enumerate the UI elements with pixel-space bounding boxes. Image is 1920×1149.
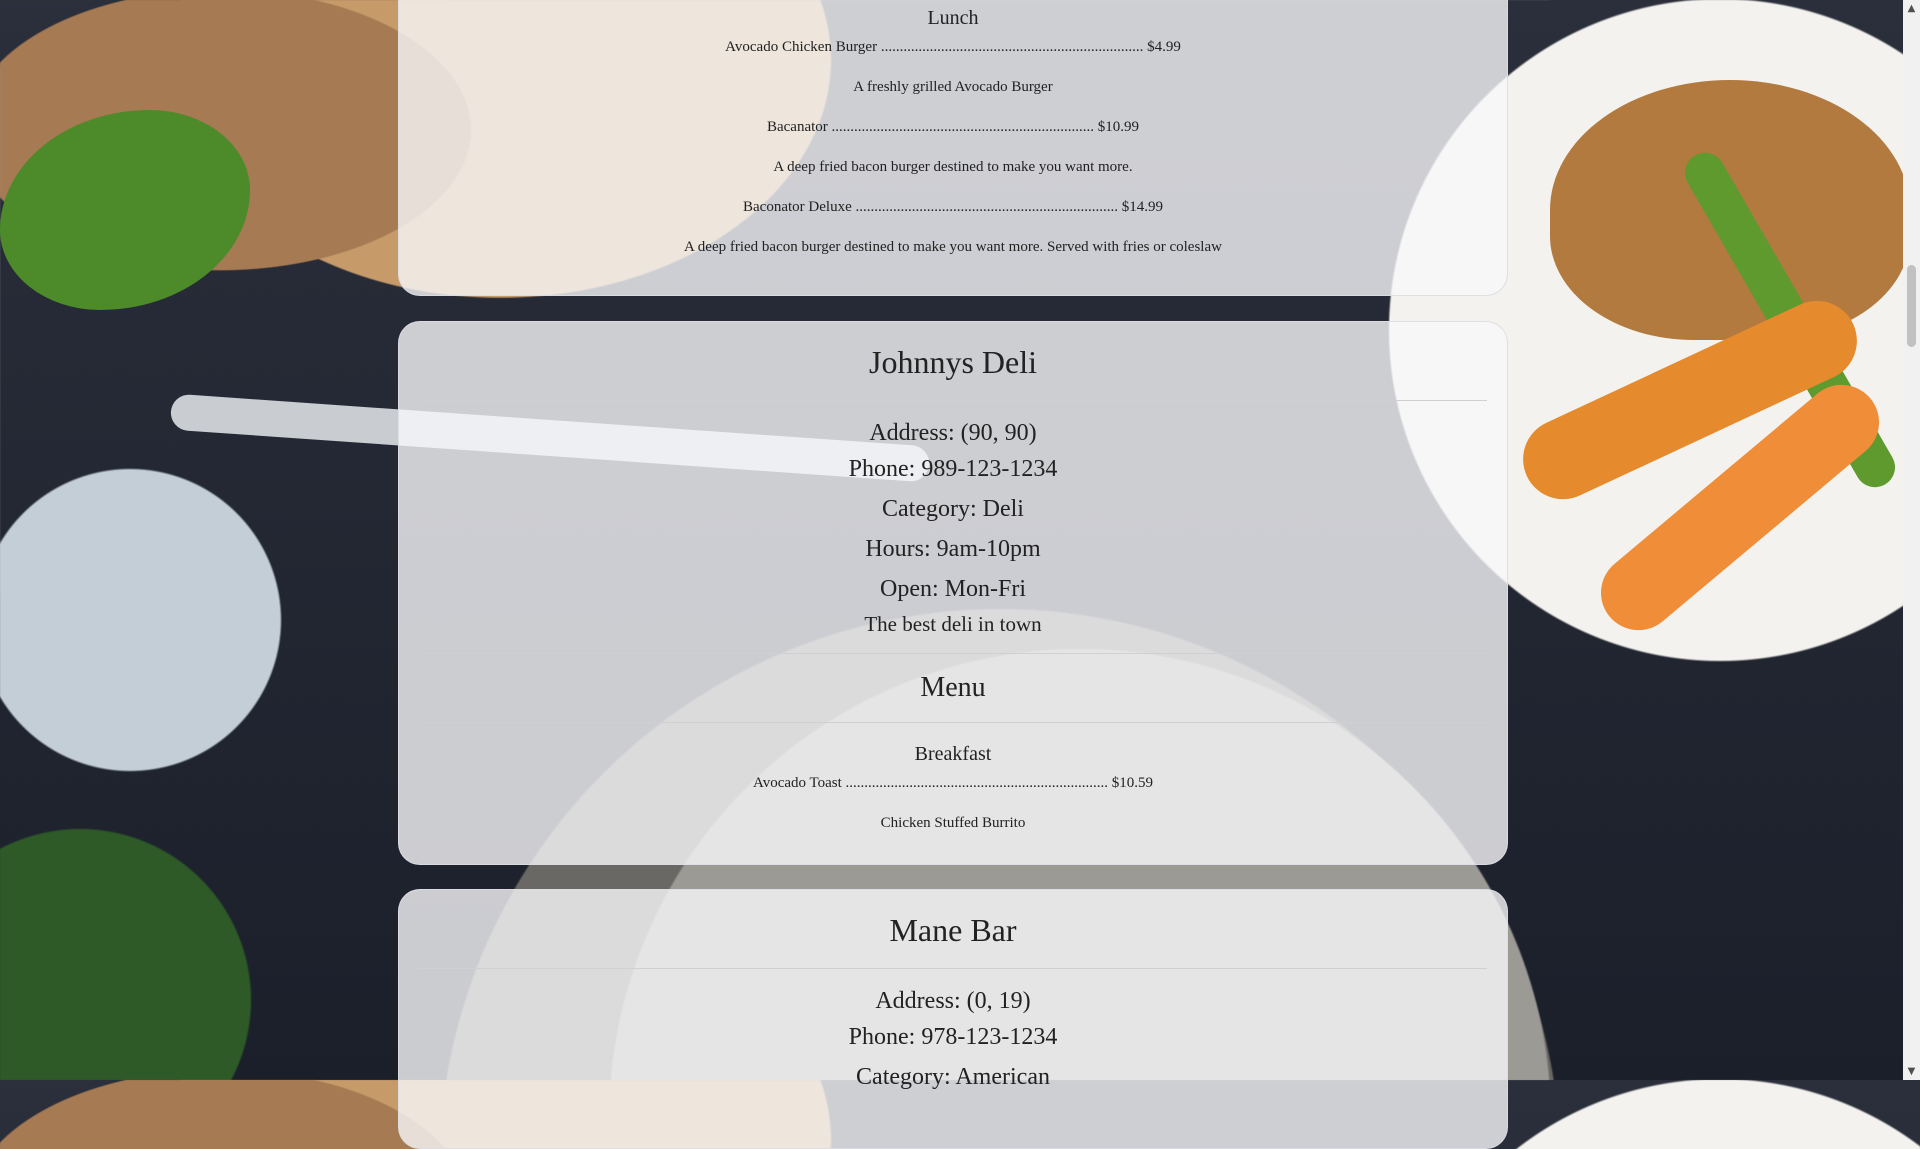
restaurant-description: The best deli in town: [864, 612, 1042, 636]
restaurant-card: Johnnys Deli Address: (90, 90) Phone: 98…: [398, 321, 1508, 865]
menu-item: Avocado Toast ..........................…: [419, 773, 1487, 793]
menu-item-description: A freshly grilled Avocado Burger: [853, 79, 1053, 95]
page-scrollbar[interactable]: ▲ ▼: [1903, 0, 1920, 1080]
menu-item-price: $10.59: [1111, 775, 1154, 791]
menu-item-name: Bacanator: [766, 119, 828, 135]
restaurant-phone: Phone: 978-123-1234: [848, 1024, 1058, 1050]
menu-item-dots: ........................................…: [831, 119, 1095, 135]
menu-item-description: A deep fried bacon burger destined to ma…: [684, 239, 1222, 255]
background-leaf: [0, 110, 250, 310]
divider: [419, 653, 1487, 654]
restaurant-phone: Phone: 989-123-1234: [848, 456, 1058, 482]
menu-item: Bacanator ..............................…: [419, 117, 1487, 137]
menu-item-price: $4.99: [1147, 39, 1181, 55]
restaurant-open-days: Open: Mon-Fri: [880, 576, 1026, 602]
restaurant-hours: Hours: 9am-10pm: [865, 536, 1041, 562]
menu-item-description: A deep fried bacon burger destined to ma…: [773, 159, 1133, 175]
menu-item-dots: ........................................…: [845, 775, 1109, 791]
background-carrot: [1585, 369, 1895, 646]
restaurant-name: Johnnys Deli: [869, 344, 1037, 380]
restaurant-card: Lunch Avocado Chicken Burger ...........…: [398, 0, 1508, 296]
menu-item-price: $14.99: [1121, 199, 1163, 215]
background-meat: [1550, 80, 1910, 340]
background-carrot: [1509, 287, 1871, 513]
menu-item-name: Chicken Stuffed Burrito: [880, 815, 1026, 831]
menu-item-name: Avocado Toast: [752, 775, 842, 791]
restaurant-category: Category: Deli: [882, 496, 1024, 522]
restaurant-address: Address: (90, 90): [869, 420, 1037, 446]
scroll-down-icon[interactable]: ▼: [1903, 1063, 1920, 1080]
restaurant-card: Mane Bar Address: (0, 19) Phone: 978-123…: [398, 889, 1508, 1149]
restaurant-name: Mane Bar: [889, 912, 1017, 948]
menu-item-name: Avocado Chicken Burger: [725, 39, 878, 55]
restaurant-category: Category: American: [856, 1064, 1050, 1090]
menu-title: Menu: [920, 672, 986, 703]
restaurant-address: Address: (0, 19): [875, 988, 1031, 1014]
menu-section-title: Breakfast: [914, 743, 992, 765]
menu-item-dots: ........................................…: [855, 199, 1118, 215]
menu-item: Avocado Chicken Burger .................…: [419, 37, 1487, 57]
background-asparagus: [1677, 145, 1903, 495]
menu-section-title: Lunch: [927, 7, 979, 29]
menu-item-price: $10.99: [1097, 119, 1140, 135]
scroll-up-icon[interactable]: ▲: [1903, 0, 1920, 17]
menu-item-name: Baconator Deluxe: [743, 199, 852, 215]
scrollbar-thumb[interactable]: [1907, 265, 1916, 347]
menu-item-dots: ........................................…: [880, 39, 1144, 55]
menu-item: Baconator Deluxe .......................…: [419, 197, 1487, 217]
